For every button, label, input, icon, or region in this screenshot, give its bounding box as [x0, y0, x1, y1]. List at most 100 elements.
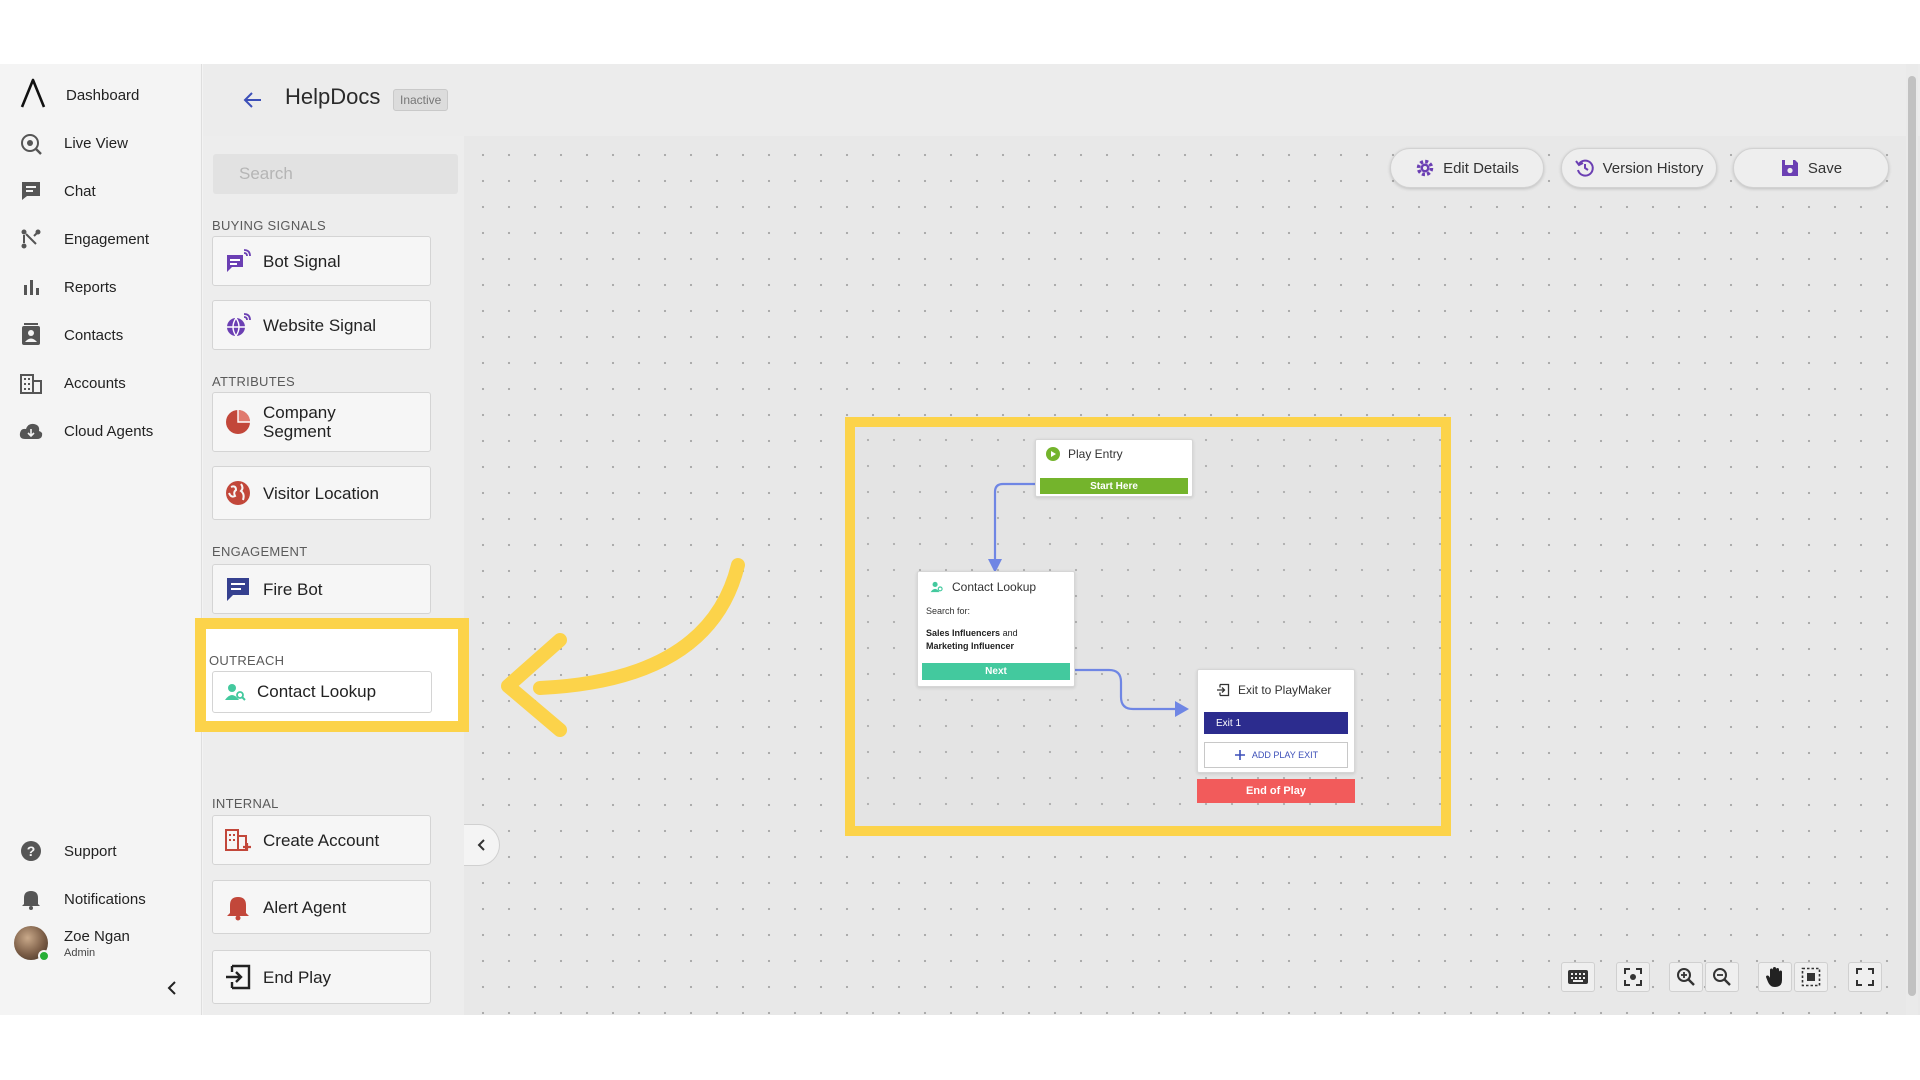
bot-signal-icon [223, 246, 253, 276]
nav-label: Reports [64, 278, 117, 296]
vertical-scrollbar[interactable] [1906, 64, 1918, 1015]
fullscreen-button[interactable] [1848, 962, 1882, 992]
pan-tool-button[interactable] [1758, 962, 1792, 992]
hand-icon [1766, 967, 1782, 987]
zoom-out-icon [1713, 968, 1731, 986]
online-status-icon [38, 950, 50, 962]
nav-item-support[interactable]: ? Support [18, 836, 117, 866]
section-heading-engagement: ENGAGEMENT [212, 544, 308, 559]
add-play-exit-button[interactable]: ADD PLAY EXIT [1204, 742, 1348, 768]
collapse-panel-button[interactable] [464, 824, 500, 866]
nav-item-reports[interactable]: Reports [18, 272, 117, 302]
gear-icon [1416, 159, 1434, 177]
nav-label: Cloud Agents [64, 422, 154, 440]
logo-icon[interactable] [20, 78, 46, 108]
alert-bell-icon [223, 892, 253, 922]
fullscreen-icon [1856, 968, 1874, 986]
zoom-out-button[interactable] [1705, 962, 1739, 992]
nav-item-notifications[interactable]: Notifications [18, 884, 146, 914]
search-input[interactable] [213, 154, 458, 194]
node-contact-lookup[interactable]: Contact Lookup [212, 671, 432, 713]
save-icon [1781, 160, 1798, 176]
search-for-label: Search for: [926, 606, 971, 616]
node-fire-bot[interactable]: Fire Bot [212, 564, 431, 614]
play-entry-node[interactable]: Play Entry Start Here [1035, 439, 1193, 497]
chat-icon [18, 178, 44, 204]
nav-label: Dashboard [66, 86, 140, 104]
svg-text:?: ? [27, 843, 36, 859]
exit-playmaker-node[interactable]: Exit to PlayMaker Exit 1 ADD PLAY EXIT [1197, 669, 1355, 773]
nav-item-accounts[interactable]: Accounts [18, 368, 126, 398]
selection-icon [1801, 967, 1821, 987]
node-label: Bot Signal [263, 251, 341, 271]
next-button[interactable]: Next [922, 663, 1070, 680]
nav-item-dashboard[interactable]: Dashboard [66, 80, 139, 110]
flow-preview: Play Entry Start Here Contact Lookup Sea… [845, 417, 1451, 836]
reports-icon [18, 274, 44, 300]
version-history-label: Version History [1602, 159, 1704, 177]
plus-icon [1234, 750, 1245, 760]
criteria-sales: Sales Influencers [926, 628, 1001, 638]
save-button[interactable]: Save [1733, 148, 1889, 188]
nav-item-engagement[interactable]: Engagement [18, 224, 149, 254]
collapse-nav-icon[interactable] [164, 980, 180, 996]
edit-details-button[interactable]: Edit Details [1390, 148, 1544, 188]
exit-1-item[interactable]: Exit 1 [1204, 712, 1348, 734]
criteria-and: and [1002, 628, 1018, 638]
play-icon [1046, 447, 1060, 461]
node-palette: BUYING SIGNALS Bot Signal Website Signal… [203, 136, 464, 1015]
contacts-icon [18, 322, 44, 348]
help-icon: ? [18, 838, 44, 864]
user-profile[interactable]: Zoe Ngan Admin [14, 926, 130, 962]
back-arrow-icon[interactable] [243, 90, 263, 110]
user-name: Zoe Ngan [64, 927, 130, 945]
page-title: HelpDocs [285, 84, 381, 109]
edit-details-label: Edit Details [1443, 159, 1519, 177]
node-end-play[interactable]: End Play [212, 950, 431, 1004]
node-visitor-location[interactable]: Visitor Location [212, 466, 431, 520]
globe-icon [223, 478, 253, 508]
cloud-icon [18, 418, 44, 444]
nav-item-cloud-agents[interactable]: Cloud Agents [18, 416, 153, 446]
zoom-in-button[interactable] [1669, 962, 1703, 992]
fit-view-button[interactable] [1616, 962, 1650, 992]
node-website-signal[interactable]: Website Signal [212, 300, 431, 350]
live-view-icon [18, 130, 44, 156]
nav-label: Accounts [64, 374, 126, 392]
create-account-icon [223, 825, 253, 855]
exit-title: Exit to PlayMaker [1238, 683, 1332, 697]
section-heading-outreach: OUTREACH [209, 653, 285, 668]
fit-view-icon [1624, 968, 1642, 986]
exit-icon [223, 962, 253, 992]
keyboard-icon [1568, 970, 1588, 984]
main-navigation: Dashboard Live View Chat Engagement Repo… [0, 64, 202, 1015]
nav-item-contacts[interactable]: Contacts [18, 320, 123, 350]
add-play-exit-label: ADD PLAY EXIT [1251, 750, 1319, 760]
node-label: Contact Lookup [257, 682, 377, 701]
scrollbar-thumb[interactable] [1908, 76, 1916, 996]
criteria-marketing: Marketing Influencer [926, 641, 1015, 651]
start-here-button[interactable]: Start Here [1040, 478, 1188, 494]
node-company-segment[interactable]: Company Segment [212, 392, 431, 452]
contact-lookup-node[interactable]: Contact Lookup Search for: Sales Influen… [917, 571, 1075, 687]
user-role: Admin [64, 946, 96, 959]
node-label: Website Signal [263, 315, 377, 335]
node-alert-agent[interactable]: Alert Agent [212, 880, 431, 934]
nav-label: Chat [64, 182, 96, 200]
nav-item-chat[interactable]: Chat [18, 176, 96, 206]
end-of-play-button[interactable]: End of Play [1197, 779, 1355, 803]
curved-arrow-icon [501, 558, 745, 737]
node-label: Company Segment [263, 403, 336, 441]
node-create-account[interactable]: Create Account [212, 815, 431, 865]
nav-label: Engagement [64, 230, 150, 248]
node-bot-signal[interactable]: Bot Signal [212, 236, 431, 286]
node-label: Fire Bot [263, 579, 323, 599]
nav-label: Notifications [64, 890, 146, 908]
version-history-button[interactable]: Version History [1561, 148, 1717, 188]
save-label: Save [1807, 159, 1843, 177]
nav-item-live-view[interactable]: Live View [18, 128, 128, 158]
select-tool-button[interactable] [1794, 962, 1828, 992]
avatar [14, 926, 50, 962]
section-heading-buying-signals: BUYING SIGNALS [212, 218, 327, 233]
keyboard-shortcuts-button[interactable] [1561, 962, 1595, 992]
